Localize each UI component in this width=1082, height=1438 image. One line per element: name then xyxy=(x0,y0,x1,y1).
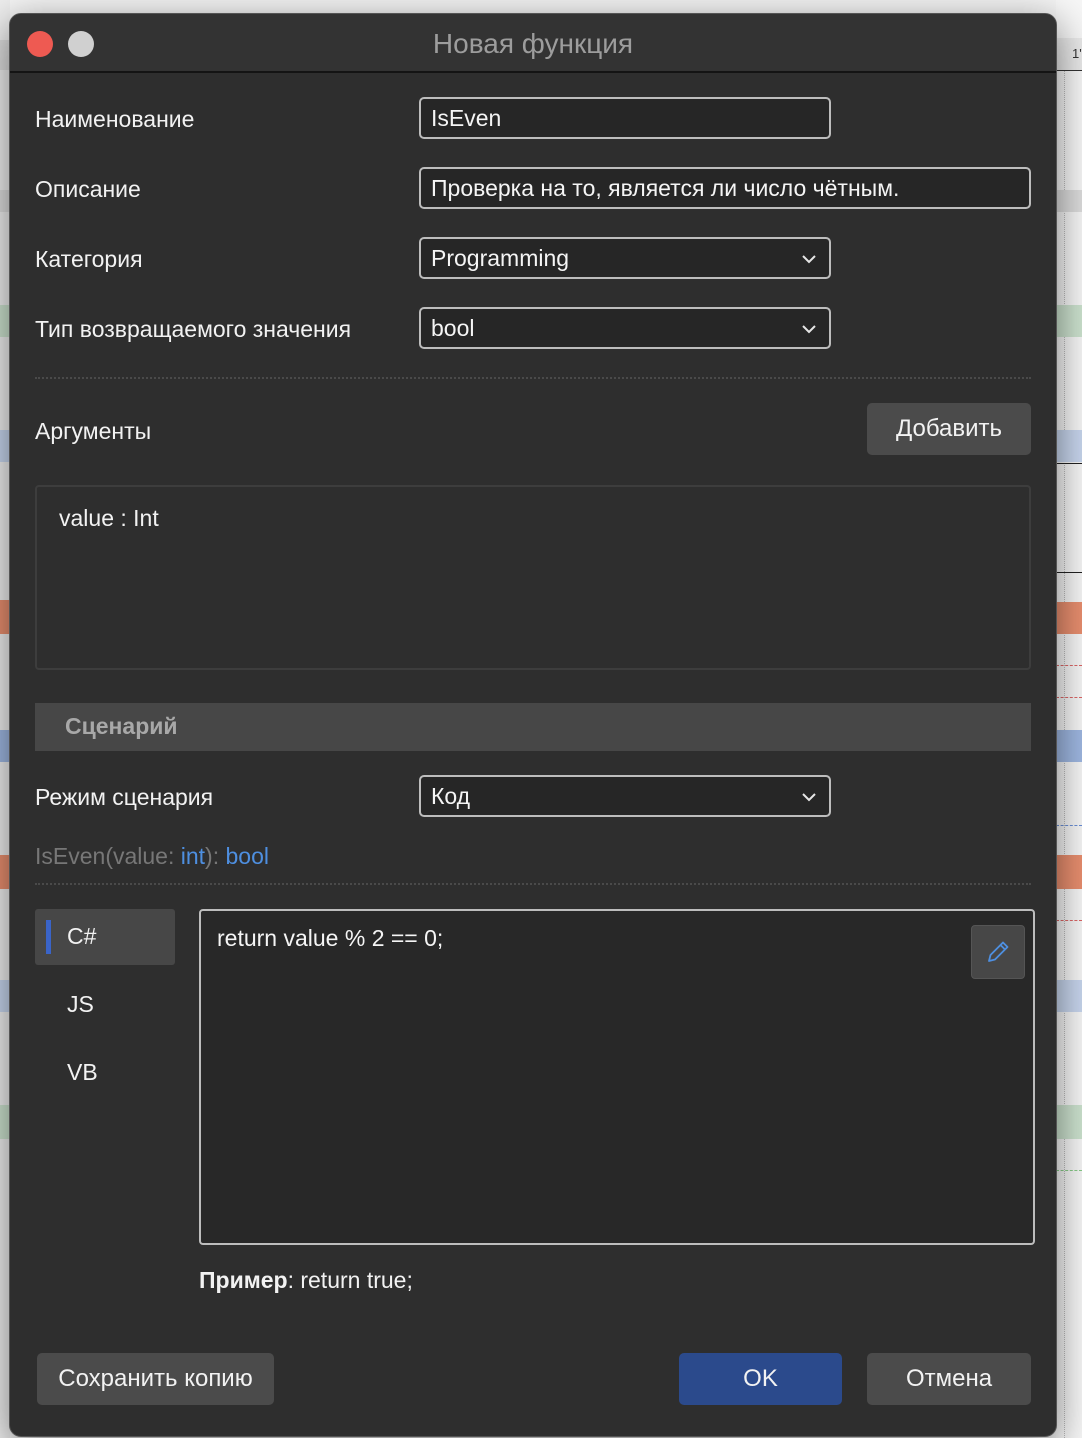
name-input-value: IsEven xyxy=(431,105,502,131)
chevron-down-icon xyxy=(802,793,816,802)
return-type-select-value: bool xyxy=(431,315,475,341)
description-input[interactable]: Проверка на то, является ли число чётным… xyxy=(419,167,1031,209)
code-text[interactable]: return value % 2 == 0; xyxy=(217,925,443,952)
background-header-text: 1' xyxy=(1072,46,1082,61)
dialog-title: Новая функция xyxy=(432,28,634,59)
return-type-label: Тип возвращаемого значения xyxy=(35,316,352,342)
signature-return-type: bool xyxy=(225,843,269,869)
tab-js-label: JS xyxy=(67,991,94,1017)
return-type-select[interactable]: bool xyxy=(419,307,831,349)
scenario-mode-label: Режим сценария xyxy=(35,784,214,810)
description-label: Описание xyxy=(35,176,141,202)
tab-csharp-label: C# xyxy=(67,923,97,949)
ok-button[interactable]: OK xyxy=(679,1353,842,1405)
scenario-section-header: Сценарий xyxy=(35,703,1031,751)
save-copy-button[interactable]: Сохранить копию xyxy=(37,1353,274,1405)
chevron-down-icon xyxy=(802,255,816,264)
tab-vb-label: VB xyxy=(67,1059,98,1085)
new-function-dialog: Новая функция Наименование IsEven Описан… xyxy=(9,13,1057,1437)
tab-js[interactable]: JS xyxy=(35,977,175,1033)
signature-middle: ): xyxy=(205,843,226,869)
name-label: Наименование xyxy=(35,106,195,132)
signature-prefix: IsEven(value: xyxy=(35,843,181,869)
function-signature: IsEven(value: int): bool xyxy=(35,843,269,870)
tab-vb[interactable]: VB xyxy=(35,1045,175,1101)
background-header: 1' xyxy=(1056,38,1082,71)
example-label: Пример xyxy=(199,1267,288,1293)
argument-item[interactable]: value : Int xyxy=(59,505,159,532)
chevron-down-icon xyxy=(802,325,816,334)
name-input[interactable]: IsEven xyxy=(419,97,831,139)
scenario-section-title: Сценарий xyxy=(65,713,178,739)
code-editor[interactable]: return value % 2 == 0; xyxy=(199,909,1035,1245)
tab-csharp[interactable]: C# xyxy=(35,909,175,965)
scenario-mode-select[interactable]: Код xyxy=(419,775,831,817)
divider xyxy=(35,377,1031,379)
title-bar: Новая функция xyxy=(10,14,1056,73)
example-hint: Пример: return true; xyxy=(199,1267,413,1294)
scenario-mode-select-value: Код xyxy=(431,783,471,809)
category-select-value: Programming xyxy=(431,245,570,271)
pencil-icon xyxy=(988,941,1009,962)
example-text: : return true; xyxy=(287,1267,413,1293)
edit-code-button[interactable] xyxy=(971,925,1025,979)
divider xyxy=(35,883,1031,885)
active-tab-indicator xyxy=(46,920,51,954)
category-select[interactable]: Programming xyxy=(419,237,831,279)
signature-arg-type: int xyxy=(180,843,206,869)
category-label: Категория xyxy=(35,246,143,272)
description-input-value: Проверка на то, является ли число чётным… xyxy=(431,175,900,201)
arguments-label: Аргументы xyxy=(35,418,152,444)
cancel-button[interactable]: Отмена xyxy=(867,1353,1031,1405)
background-window-right: 1' xyxy=(1056,0,1082,1438)
add-argument-button[interactable]: Добавить xyxy=(867,403,1031,455)
arguments-list: value : Int xyxy=(35,485,1031,670)
